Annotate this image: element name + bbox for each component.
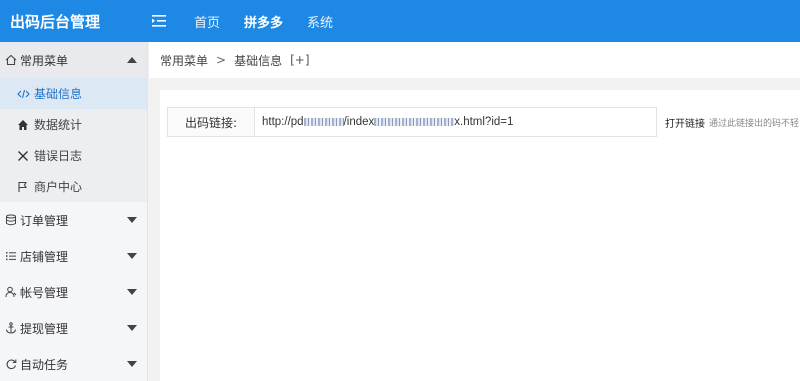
sidebar-group-tasks[interactable]: 自动任务	[0, 346, 147, 381]
chevron-down-icon	[127, 217, 137, 223]
sidebar-item-label: 商户中心	[34, 180, 83, 194]
code-link-row: 出码链接: http://pd /index x.html?id=1 打开链接 …	[167, 107, 799, 137]
sidebar-item-merchant[interactable]: 商户中心	[0, 171, 147, 202]
user-icon	[4, 285, 18, 299]
open-link-button[interactable]: 打开链接	[665, 115, 705, 130]
breadcrumb-separator: >	[216, 53, 227, 67]
code-link-value-mid: /index	[343, 116, 375, 128]
breadcrumb: 常用菜单 > 基础信息 [+]	[149, 42, 800, 78]
sidebar-item-statistics[interactable]: 数据统计	[0, 109, 147, 140]
chevron-up-icon	[127, 57, 137, 63]
menu-fold-icon[interactable]	[148, 14, 172, 28]
nav-system[interactable]: 系统	[295, 12, 345, 31]
breadcrumb-add-tab[interactable]: [+]	[290, 53, 309, 67]
chevron-down-icon	[127, 253, 137, 259]
sidebar-group-label: 常用菜单	[20, 53, 69, 68]
sidebar-group-shops[interactable]: 店铺管理	[0, 238, 147, 274]
redacted-mosaic	[374, 118, 455, 126]
sidebar-item-error-log[interactable]: 错误日志	[0, 140, 147, 171]
nav-home[interactable]: 首页	[182, 12, 232, 31]
sidebar-group-common-head[interactable]: 常用菜单	[0, 42, 147, 78]
database-icon	[4, 213, 18, 227]
home-solid-icon	[16, 118, 30, 132]
code-link-input[interactable]: http://pd /index x.html?id=1	[255, 107, 657, 137]
sidebar-group-label: 帐号管理	[20, 285, 69, 300]
sidebar-group-label: 订单管理	[20, 213, 69, 228]
main-content: 出码链接: http://pd /index x.html?id=1 打开链接 …	[160, 90, 800, 381]
code-link-value-prefix: http://pd	[262, 116, 304, 128]
sidebar-item-label: 错误日志	[34, 149, 83, 163]
open-link-hint: 通过此链接出的码不轻	[709, 118, 800, 129]
sidebar-item-label: 基础信息	[34, 87, 83, 101]
chevron-down-icon	[127, 289, 137, 295]
code-icon	[16, 87, 30, 101]
sidebar-group-common: 常用菜单 基础信息 数据统计 错误日志 商户中心	[0, 42, 147, 202]
sidebar-group-label: 提现管理	[20, 321, 69, 336]
sidebar-item-basic-info[interactable]: 基础信息	[0, 78, 147, 109]
flag-icon	[16, 180, 30, 194]
breadcrumb-root[interactable]: 常用菜单	[160, 52, 208, 69]
refresh-icon	[4, 357, 18, 371]
top-nav: 首页 拼多多 系统	[172, 12, 345, 31]
anchor-icon	[4, 321, 18, 335]
close-icon	[16, 149, 30, 163]
sidebar-group-label: 店铺管理	[20, 249, 69, 264]
app-logo: 出码后台管理	[10, 12, 101, 31]
sidebar-item-label: 数据统计	[34, 118, 83, 132]
sidebar-group-withdraw[interactable]: 提现管理	[0, 310, 147, 346]
sidebar-group-label: 自动任务	[20, 357, 69, 372]
top-header: 出码后台管理 首页 拼多多 系统	[0, 0, 800, 42]
breadcrumb-current: 基础信息	[234, 53, 283, 68]
code-link-value-suffix: x.html?id=1	[454, 116, 514, 128]
sidebar-group-orders[interactable]: 订单管理	[0, 202, 147, 238]
sidebar-group-accounts[interactable]: 帐号管理	[0, 274, 147, 310]
redacted-mosaic	[303, 118, 344, 126]
code-link-label: 出码链接:	[167, 107, 255, 137]
list-icon	[4, 249, 18, 263]
home-icon	[4, 53, 18, 67]
chevron-down-icon	[127, 361, 137, 367]
nav-pinduoduo[interactable]: 拼多多	[232, 12, 295, 31]
sidebar: 常用菜单 基础信息 数据统计 错误日志 商户中心 订单管理 店铺管理 帐号管理 …	[0, 42, 148, 381]
chevron-down-icon	[127, 325, 137, 331]
